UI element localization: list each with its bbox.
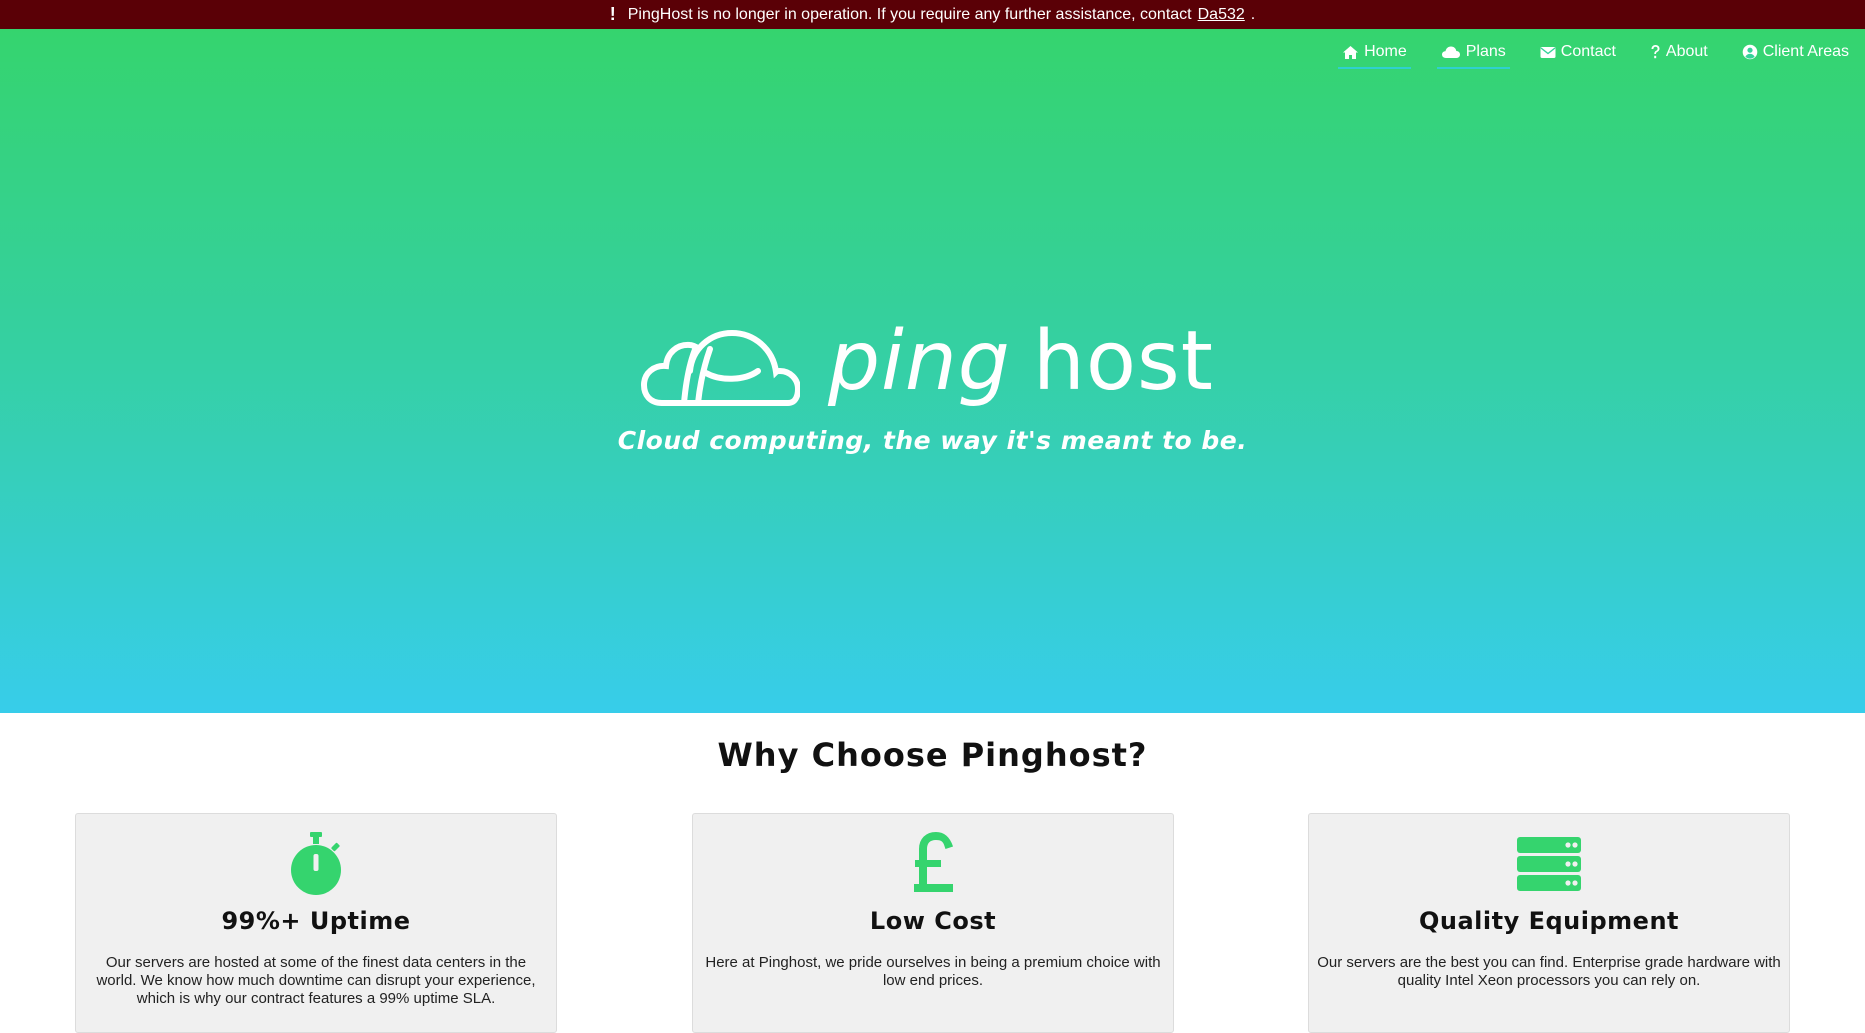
feature-title: Low Cost <box>869 907 997 935</box>
stopwatch-icon <box>291 832 341 895</box>
feature-card-uptime: 99%+ Uptime Our servers are hosted at so… <box>75 813 557 1033</box>
notice-suffix: . <box>1250 5 1256 23</box>
user-circle-icon <box>1742 44 1758 60</box>
question-icon <box>1651 45 1660 59</box>
nav-plans[interactable]: Plans <box>1436 43 1510 69</box>
notice-bar: ! PingHost is no longer in operation. If… <box>0 0 1865 29</box>
nav-home-label: Home <box>1364 43 1407 60</box>
notice-text: PingHost is no longer in operation. If y… <box>627 5 1192 23</box>
logo-wordmark: ping host <box>828 321 1214 403</box>
nav-contact-label: Contact <box>1560 43 1616 60</box>
feature-card-cost: Low Cost Here at Pinghost, we pride ours… <box>692 813 1174 1033</box>
hero-tagline: Cloud computing, the way it's meant to b… <box>617 426 1248 455</box>
nav-about[interactable]: About <box>1646 43 1712 69</box>
pound-icon <box>914 832 954 892</box>
nav-plans-label: Plans <box>1465 43 1506 60</box>
nav-client-areas[interactable]: Client Areas <box>1738 43 1853 69</box>
feature-title: 99%+ Uptime <box>221 907 411 935</box>
nav-about-label: About <box>1665 43 1708 60</box>
exclamation-icon: ! <box>609 4 616 24</box>
nav-home[interactable]: Home <box>1338 43 1411 69</box>
hero-section: Home Plans Contact About Client Areas pi… <box>0 29 1865 713</box>
feature-card-equipment: Quality Equipment Our servers are the be… <box>1308 813 1790 1033</box>
feature-title: Quality Equipment <box>1418 907 1680 935</box>
main-nav: Home Plans Contact About Client Areas <box>1338 43 1853 69</box>
why-title: Why Choose Pinghost? <box>717 736 1148 774</box>
nav-contact[interactable]: Contact <box>1536 43 1620 69</box>
cloud-icon <box>1441 46 1460 58</box>
logo-host-text: host <box>1032 314 1214 409</box>
feature-text: Our servers are hosted at some of the fi… <box>96 954 536 1007</box>
home-icon <box>1343 45 1359 59</box>
notice-contact-link[interactable]: Da532 <box>1198 6 1245 24</box>
feature-text: Here at Pinghost, we pride ourselves in … <box>705 954 1161 989</box>
ping-host-logo: ping host <box>640 311 1240 441</box>
logo-ping-text: ping <box>828 314 1011 409</box>
feature-text: Our servers are the best you can find. E… <box>1317 954 1781 989</box>
logo-cloud-icon <box>640 329 800 406</box>
envelope-icon <box>1540 46 1556 58</box>
nav-client-areas-label: Client Areas <box>1762 43 1849 60</box>
server-icon <box>1517 837 1581 891</box>
